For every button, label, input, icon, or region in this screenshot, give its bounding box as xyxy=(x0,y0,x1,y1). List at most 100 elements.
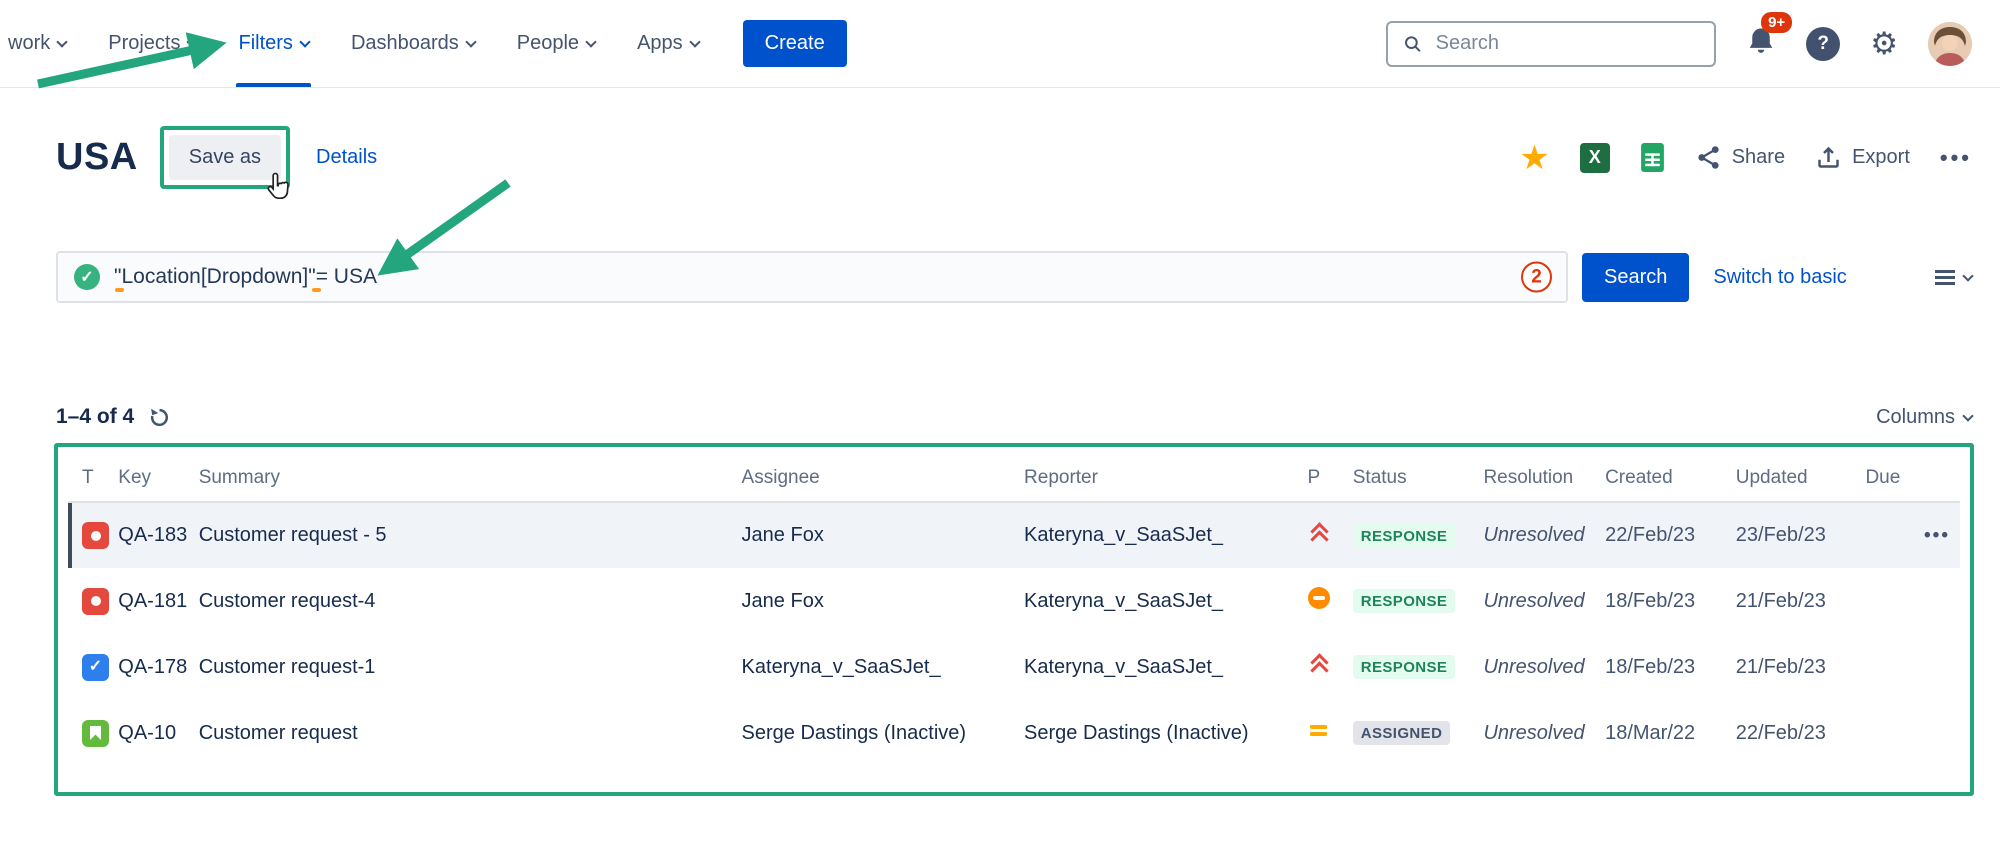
issue-summary[interactable]: Customer request xyxy=(199,722,358,744)
issue-created: 18/Feb/23 xyxy=(1605,568,1736,634)
column-header[interactable]: Summary xyxy=(199,453,742,502)
issue-type-icon xyxy=(82,522,109,549)
excel-export-icon[interactable]: X xyxy=(1580,143,1610,173)
status-badge: RESPONSE xyxy=(1353,655,1456,679)
cursor-pointer-icon xyxy=(264,171,294,205)
refresh-button[interactable] xyxy=(148,406,171,429)
results-toolbar: 1–4 of 4 Columns xyxy=(56,405,1972,429)
global-search-input[interactable] xyxy=(1434,31,1701,56)
column-header[interactable]: Resolution xyxy=(1483,453,1605,502)
more-actions-button[interactable]: ••• xyxy=(1940,145,1972,171)
jql-error-count-badge[interactable]: 2 xyxy=(1521,262,1552,293)
nav-item-people[interactable]: People xyxy=(517,0,595,87)
nav-item-label: Projects xyxy=(108,32,180,55)
settings-button[interactable]: ⚙ xyxy=(1870,28,1898,59)
column-header[interactable]: P xyxy=(1308,453,1353,502)
table-row[interactable]: QA-181 Customer request-4 Jane Fox Kater… xyxy=(68,568,1960,634)
nav-item-projects[interactable]: Projects xyxy=(108,0,196,87)
profile-avatar[interactable] xyxy=(1928,22,1972,66)
jql-query-text: "Location[Dropdown]"= USA xyxy=(114,265,377,289)
row-actions-button[interactable]: ••• xyxy=(1924,525,1950,547)
issue-reporter: Kateryna_v_SaaSJet_ xyxy=(1024,634,1307,700)
nav-item-apps[interactable]: Apps xyxy=(637,0,699,87)
issue-reporter: Serge Dastings (Inactive) xyxy=(1024,700,1307,766)
issue-assignee: Jane Fox xyxy=(742,502,1024,568)
question-icon: ? xyxy=(1817,33,1829,55)
issue-created: 18/Feb/23 xyxy=(1605,634,1736,700)
detail-view-toggle[interactable] xyxy=(1935,270,1972,285)
chevron-down-icon xyxy=(1962,410,1973,421)
share-button[interactable]: Share xyxy=(1695,144,1785,171)
nav-item-label: Apps xyxy=(637,32,683,55)
status-badge: RESPONSE xyxy=(1353,524,1456,548)
issue-created: 22/Feb/23 xyxy=(1605,502,1736,568)
column-header[interactable]: Created xyxy=(1605,453,1736,502)
nav-item-label: Dashboards xyxy=(351,32,459,55)
table-row[interactable]: QA-178 Customer request-1 Kateryna_v_Saa… xyxy=(68,634,1960,700)
help-button[interactable]: ? xyxy=(1806,27,1840,61)
issue-resolution: Unresolved xyxy=(1483,634,1605,700)
column-header[interactable]: Key xyxy=(118,453,198,502)
column-header[interactable]: Assignee xyxy=(742,453,1024,502)
column-header[interactable]: Updated xyxy=(1736,453,1866,502)
annotation-box-save-as: Save as xyxy=(160,126,290,189)
issue-summary[interactable]: Customer request-1 xyxy=(199,656,376,678)
column-header[interactable]: Reporter xyxy=(1024,453,1307,502)
refresh-icon xyxy=(148,406,171,429)
column-header[interactable]: Status xyxy=(1353,453,1484,502)
chevron-down-icon xyxy=(585,36,596,47)
gear-icon: ⚙ xyxy=(1870,26,1898,61)
issue-key[interactable]: QA-181 xyxy=(118,590,187,612)
table-row[interactable]: QA-10 Customer request Serge Dastings (I… xyxy=(68,700,1960,766)
issue-key[interactable]: QA-178 xyxy=(118,656,187,678)
notification-badge: 9+ xyxy=(1761,12,1792,33)
favorite-star-icon[interactable]: ★ xyxy=(1519,141,1549,175)
issue-key[interactable]: QA-10 xyxy=(118,722,176,744)
list-view-icon xyxy=(1935,270,1955,285)
priority-icon xyxy=(1308,718,1332,742)
issues-table: TKeySummaryAssigneeReporterPStatusResolu… xyxy=(68,453,1960,766)
nav-item-label: People xyxy=(517,32,579,55)
issue-updated: 23/Feb/23 xyxy=(1736,502,1866,568)
issue-type-icon xyxy=(82,720,109,747)
priority-icon xyxy=(1308,652,1332,676)
jira-filter-page: work Projects Filters Dashboards People … xyxy=(0,0,2000,796)
issue-summary[interactable]: Customer request - 5 xyxy=(199,524,387,546)
top-nav: work Projects Filters Dashboards People … xyxy=(0,0,2000,88)
results-count: 1–4 of 4 xyxy=(56,405,134,429)
nav-item-filters[interactable]: Filters xyxy=(238,0,308,87)
issue-updated: 21/Feb/23 xyxy=(1736,634,1866,700)
main-content: USA Save as Details ★ X Share xyxy=(0,126,2000,796)
export-button[interactable]: Export xyxy=(1815,144,1910,171)
issue-resolution: Unresolved xyxy=(1483,568,1605,634)
status-badge: ASSIGNED xyxy=(1353,721,1451,745)
nav-item-work[interactable]: work xyxy=(8,0,66,87)
jql-input[interactable]: ✓ "Location[Dropdown]"= USA 2 xyxy=(56,251,1568,303)
chevron-down-icon xyxy=(465,36,476,47)
columns-button[interactable]: Columns xyxy=(1876,406,1972,429)
status-badge: RESPONSE xyxy=(1353,589,1456,613)
column-header[interactable]: Due xyxy=(1865,453,1960,502)
issue-type-icon xyxy=(82,588,109,615)
chevron-down-icon xyxy=(57,36,68,47)
page-title: USA xyxy=(56,136,138,179)
sheets-export-icon[interactable] xyxy=(1640,143,1665,172)
create-button[interactable]: Create xyxy=(743,20,847,67)
table-header-row: TKeySummaryAssigneeReporterPStatusResolu… xyxy=(68,453,1960,502)
issue-reporter: Kateryna_v_SaaSJet_ xyxy=(1024,568,1307,634)
search-button[interactable]: Search xyxy=(1582,253,1689,302)
chevron-down-icon xyxy=(1962,270,1973,281)
global-search[interactable] xyxy=(1386,21,1716,67)
nav-right: 9+ ? ⚙ xyxy=(1386,21,1972,67)
details-link[interactable]: Details xyxy=(316,146,377,169)
table-row[interactable]: QA-183 Customer request - 5 Jane Fox Kat… xyxy=(68,502,1960,568)
columns-label: Columns xyxy=(1876,406,1955,429)
issue-key[interactable]: QA-183 xyxy=(118,524,187,546)
issue-type-icon xyxy=(82,654,109,681)
column-header[interactable]: T xyxy=(68,453,118,502)
nav-item-dashboards[interactable]: Dashboards xyxy=(351,0,475,87)
issue-created: 18/Mar/22 xyxy=(1605,700,1736,766)
issue-summary[interactable]: Customer request-4 xyxy=(199,590,376,612)
switch-to-basic-link[interactable]: Switch to basic xyxy=(1713,266,1846,289)
notifications-button[interactable]: 9+ xyxy=(1746,26,1776,61)
